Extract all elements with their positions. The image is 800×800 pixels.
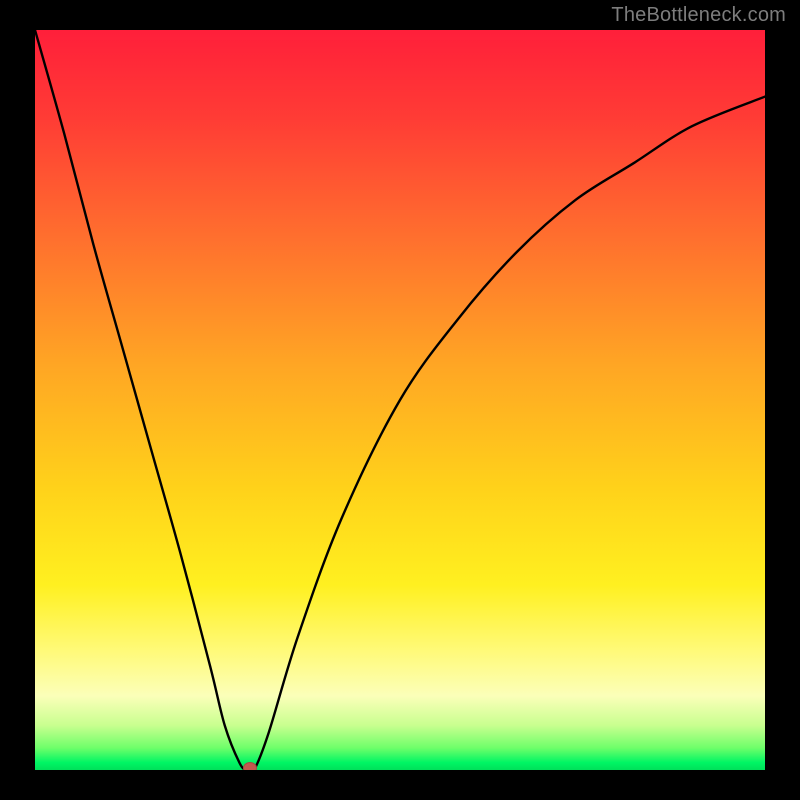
optimal-point-marker [243, 762, 257, 770]
bottleneck-curve [35, 30, 765, 770]
plot-area [35, 30, 765, 770]
watermark-text: TheBottleneck.com [611, 4, 786, 27]
chart-frame: TheBottleneck.com [0, 0, 800, 800]
